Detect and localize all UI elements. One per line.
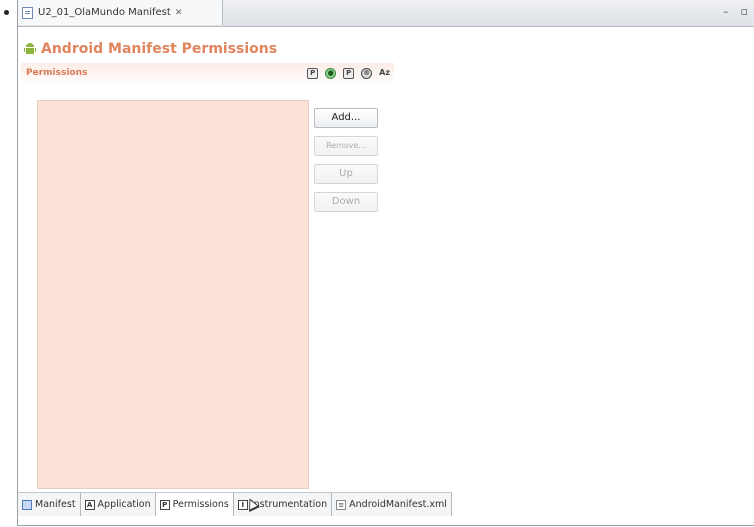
window-controls: – ▫ <box>723 5 748 18</box>
uses-permission-icon[interactable]: ● <box>325 68 337 79</box>
tab-label: Application <box>97 499 151 510</box>
tab-label: Instrumentation <box>250 499 328 510</box>
tab-androidmanifest-xml[interactable]: ≡ AndroidManifest.xml <box>332 493 452 516</box>
bullet-dot <box>4 10 9 15</box>
manifest-icon <box>22 499 32 510</box>
editor-tab-title: U2_01_OlaMundo Manifest <box>38 7 171 18</box>
tab-application[interactable]: A Application <box>80 493 156 516</box>
add-button[interactable]: Add... <box>314 108 378 128</box>
xml-file-icon: ≡ <box>336 499 347 510</box>
permissions-list[interactable] <box>37 100 309 489</box>
maximize-icon[interactable]: ▫ <box>741 5 748 18</box>
editor-tab-bar: U2_01_OlaMundo Manifest ✕ – ▫ <box>18 0 754 27</box>
permission-group-icon[interactable]: ® <box>361 68 373 79</box>
permissions-icon: P <box>159 499 170 510</box>
page-tab-bar: Manifest A Application P Permissions I I… <box>18 492 452 516</box>
permission-tree-icon[interactable]: P <box>343 68 355 79</box>
permission-icon[interactable]: P <box>307 68 319 79</box>
manifest-editor-window: U2_01_OlaMundo Manifest ✕ – ▫ Android Ma… <box>17 0 754 526</box>
page-header: Android Manifest Permissions <box>24 41 277 57</box>
tab-permissions[interactable]: P Permissions <box>155 493 234 516</box>
editor-tab-manifest[interactable]: U2_01_OlaMundo Manifest ✕ <box>18 0 223 25</box>
up-button[interactable]: Up <box>314 164 378 184</box>
android-icon <box>24 43 36 55</box>
section-label: Permissions <box>26 68 88 78</box>
tab-label: AndroidManifest.xml <box>349 499 447 510</box>
file-icon <box>22 6 33 19</box>
section-toolbar: P ● P ® Az <box>307 68 390 79</box>
permissions-section-header: Permissions P ● P ® Az <box>21 63 394 86</box>
tab-label: Manifest <box>35 499 76 510</box>
page-title: Android Manifest Permissions <box>41 41 278 57</box>
tab-label: Permissions <box>172 499 229 510</box>
down-button[interactable]: Down <box>314 192 378 212</box>
tab-manifest[interactable]: Manifest <box>18 493 81 516</box>
minimize-icon[interactable]: – <box>723 5 729 18</box>
screenshot-root: U2_01_OlaMundo Manifest ✕ – ▫ Android Ma… <box>0 0 754 527</box>
remove-button[interactable]: Remove... <box>314 136 378 156</box>
close-icon[interactable]: ✕ <box>175 8 183 18</box>
application-icon: A <box>84 499 95 510</box>
sort-alphabetical-icon[interactable]: Az <box>379 68 390 79</box>
